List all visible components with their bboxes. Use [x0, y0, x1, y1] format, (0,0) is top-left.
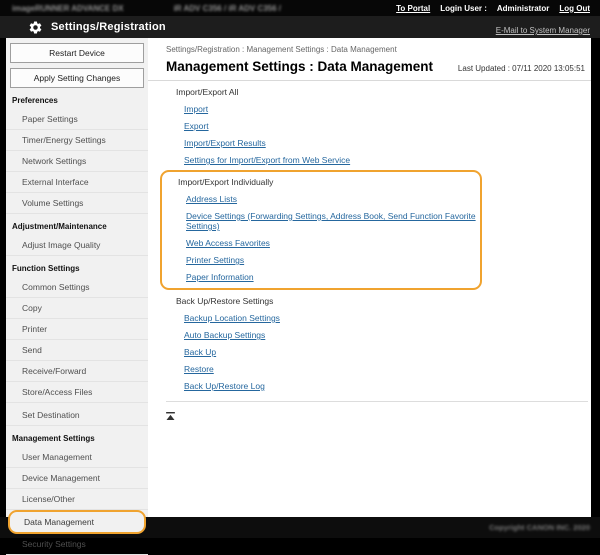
sidebar-item-printer[interactable]: Printer — [6, 319, 148, 340]
sidebar-item-adjust-image-quality[interactable]: Adjust Image Quality — [6, 235, 148, 256]
settings-nav-bar: Settings/Registration E-Mail to System M… — [0, 16, 600, 38]
link-row: Printer Settings — [162, 251, 480, 268]
link-row: Paper Information — [162, 268, 480, 285]
page-title: Management Settings : Data Management — [166, 59, 433, 74]
restore-link[interactable]: Restore — [184, 364, 214, 374]
sidebar-header-adjustment-maintenance: Adjustment/Maintenance — [6, 216, 148, 235]
auto-backup-settings-link[interactable]: Auto Backup Settings — [184, 330, 265, 340]
last-updated-label: Last Updated : 07/11 2020 13:05:51 — [458, 64, 585, 74]
sidebar-item-send[interactable]: Send — [6, 340, 148, 361]
device-settings-link[interactable]: Device Settings (Forwarding Settings, Ad… — [186, 211, 476, 231]
sidebar-item-license-other[interactable]: License/Other — [6, 489, 148, 510]
link-row: Import — [148, 100, 591, 117]
export-link[interactable]: Export — [184, 121, 209, 131]
sidebar-item-network-settings[interactable]: Network Settings — [6, 151, 148, 172]
email-to-system-manager-link[interactable]: E-Mail to System Manager — [496, 26, 590, 35]
device-name: iR ADV C356 / iR ADV C356 / — [174, 4, 281, 13]
sidebar-header-function-settings: Function Settings — [6, 258, 148, 277]
apply-setting-changes-button[interactable]: Apply Setting Changes — [10, 68, 144, 88]
restart-device-button[interactable]: Restart Device — [10, 43, 144, 63]
top-bar: imageRUNNER ADVANCE DX iR ADV C356 / iR … — [0, 0, 600, 16]
back-up-restore-log-link[interactable]: Back Up/Restore Log — [184, 381, 265, 391]
link-row: Auto Backup Settings — [148, 326, 591, 343]
gear-icon — [28, 20, 43, 35]
main-panel: Settings/Registration : Management Setti… — [148, 38, 591, 517]
sidebar-item-external-interface[interactable]: External Interface — [6, 172, 148, 193]
copyright-text: Copyright CANON INC. 2020 — [489, 523, 590, 532]
sidebar-item-device-management[interactable]: Device Management — [6, 468, 148, 489]
scroll-to-top-icon[interactable] — [166, 407, 175, 425]
to-portal-link[interactable]: To Portal — [396, 4, 430, 13]
sidebar-item-security-settings[interactable]: Security Settings — [6, 534, 148, 555]
link-row: Web Access Favorites — [162, 234, 480, 251]
sidebar-item-paper-settings[interactable]: Paper Settings — [6, 109, 148, 130]
link-row: Address Lists — [162, 190, 480, 207]
section-backup-restore: Back Up/Restore Settings Backup Location… — [148, 292, 591, 394]
web-access-favorites-link[interactable]: Web Access Favorites — [186, 238, 270, 248]
section-header-import-export-all: Import/Export All — [148, 83, 591, 100]
sidebar-item-volume-settings[interactable]: Volume Settings — [6, 193, 148, 214]
content-divider — [166, 401, 588, 402]
settings-import-export-web-service-link[interactable]: Settings for Import/Export from Web Serv… — [184, 155, 350, 165]
sidebar-item-copy[interactable]: Copy — [6, 298, 148, 319]
sidebar-item-common-settings[interactable]: Common Settings — [6, 277, 148, 298]
sidebar: Restart Device Apply Setting Changes Pre… — [6, 38, 148, 517]
paper-information-link[interactable]: Paper Information — [186, 272, 254, 282]
sidebar-header-preferences: Preferences — [6, 90, 148, 109]
printer-settings-link[interactable]: Printer Settings — [186, 255, 244, 265]
sidebar-item-set-destination[interactable]: Set Destination — [6, 405, 148, 426]
sidebar-item-user-management[interactable]: User Management — [6, 447, 148, 468]
section-header-backup-restore: Back Up/Restore Settings — [148, 292, 591, 309]
sidebar-item-receive-forward[interactable]: Receive/Forward — [6, 361, 148, 382]
brand-logo: imageRUNNER ADVANCE DX — [12, 4, 124, 13]
import-export-results-link[interactable]: Import/Export Results — [184, 138, 266, 148]
link-row: Restore — [148, 360, 591, 377]
link-row: Backup Location Settings — [148, 309, 591, 326]
sidebar-item-timer-energy-settings[interactable]: Timer/Energy Settings — [6, 130, 148, 151]
sidebar-item-data-management[interactable]: Data Management — [8, 510, 146, 534]
log-out-link[interactable]: Log Out — [559, 4, 590, 13]
content-area: Restart Device Apply Setting Changes Pre… — [0, 38, 600, 517]
link-row: Back Up/Restore Log — [148, 377, 591, 394]
link-row: Import/Export Results — [148, 134, 591, 151]
backup-location-settings-link[interactable]: Backup Location Settings — [184, 313, 280, 323]
breadcrumb[interactable]: Settings/Registration : Management Setti… — [148, 38, 591, 54]
address-lists-link[interactable]: Address Lists — [186, 194, 237, 204]
section-import-export-all: Import/Export All Import Export Import/E… — [148, 83, 591, 168]
sidebar-item-store-access-files[interactable]: Store/Access Files — [6, 382, 148, 403]
link-row: Export — [148, 117, 591, 134]
link-row: Settings for Import/Export from Web Serv… — [148, 151, 591, 168]
sidebar-header-management-settings: Management Settings — [6, 428, 148, 447]
page-section-title: Settings/Registration — [51, 21, 166, 33]
login-user-value: Administrator — [497, 4, 549, 13]
highlight-box-import-export-individually: Import/Export Individually Address Lists… — [160, 170, 482, 290]
section-header-import-export-individually: Import/Export Individually — [162, 173, 480, 190]
login-user-label: Login User : — [440, 4, 487, 13]
back-up-link[interactable]: Back Up — [184, 347, 216, 357]
title-row: Management Settings : Data Management La… — [148, 54, 591, 81]
import-link[interactable]: Import — [184, 104, 208, 114]
link-row: Back Up — [148, 343, 591, 360]
link-row: Device Settings (Forwarding Settings, Ad… — [162, 207, 480, 234]
